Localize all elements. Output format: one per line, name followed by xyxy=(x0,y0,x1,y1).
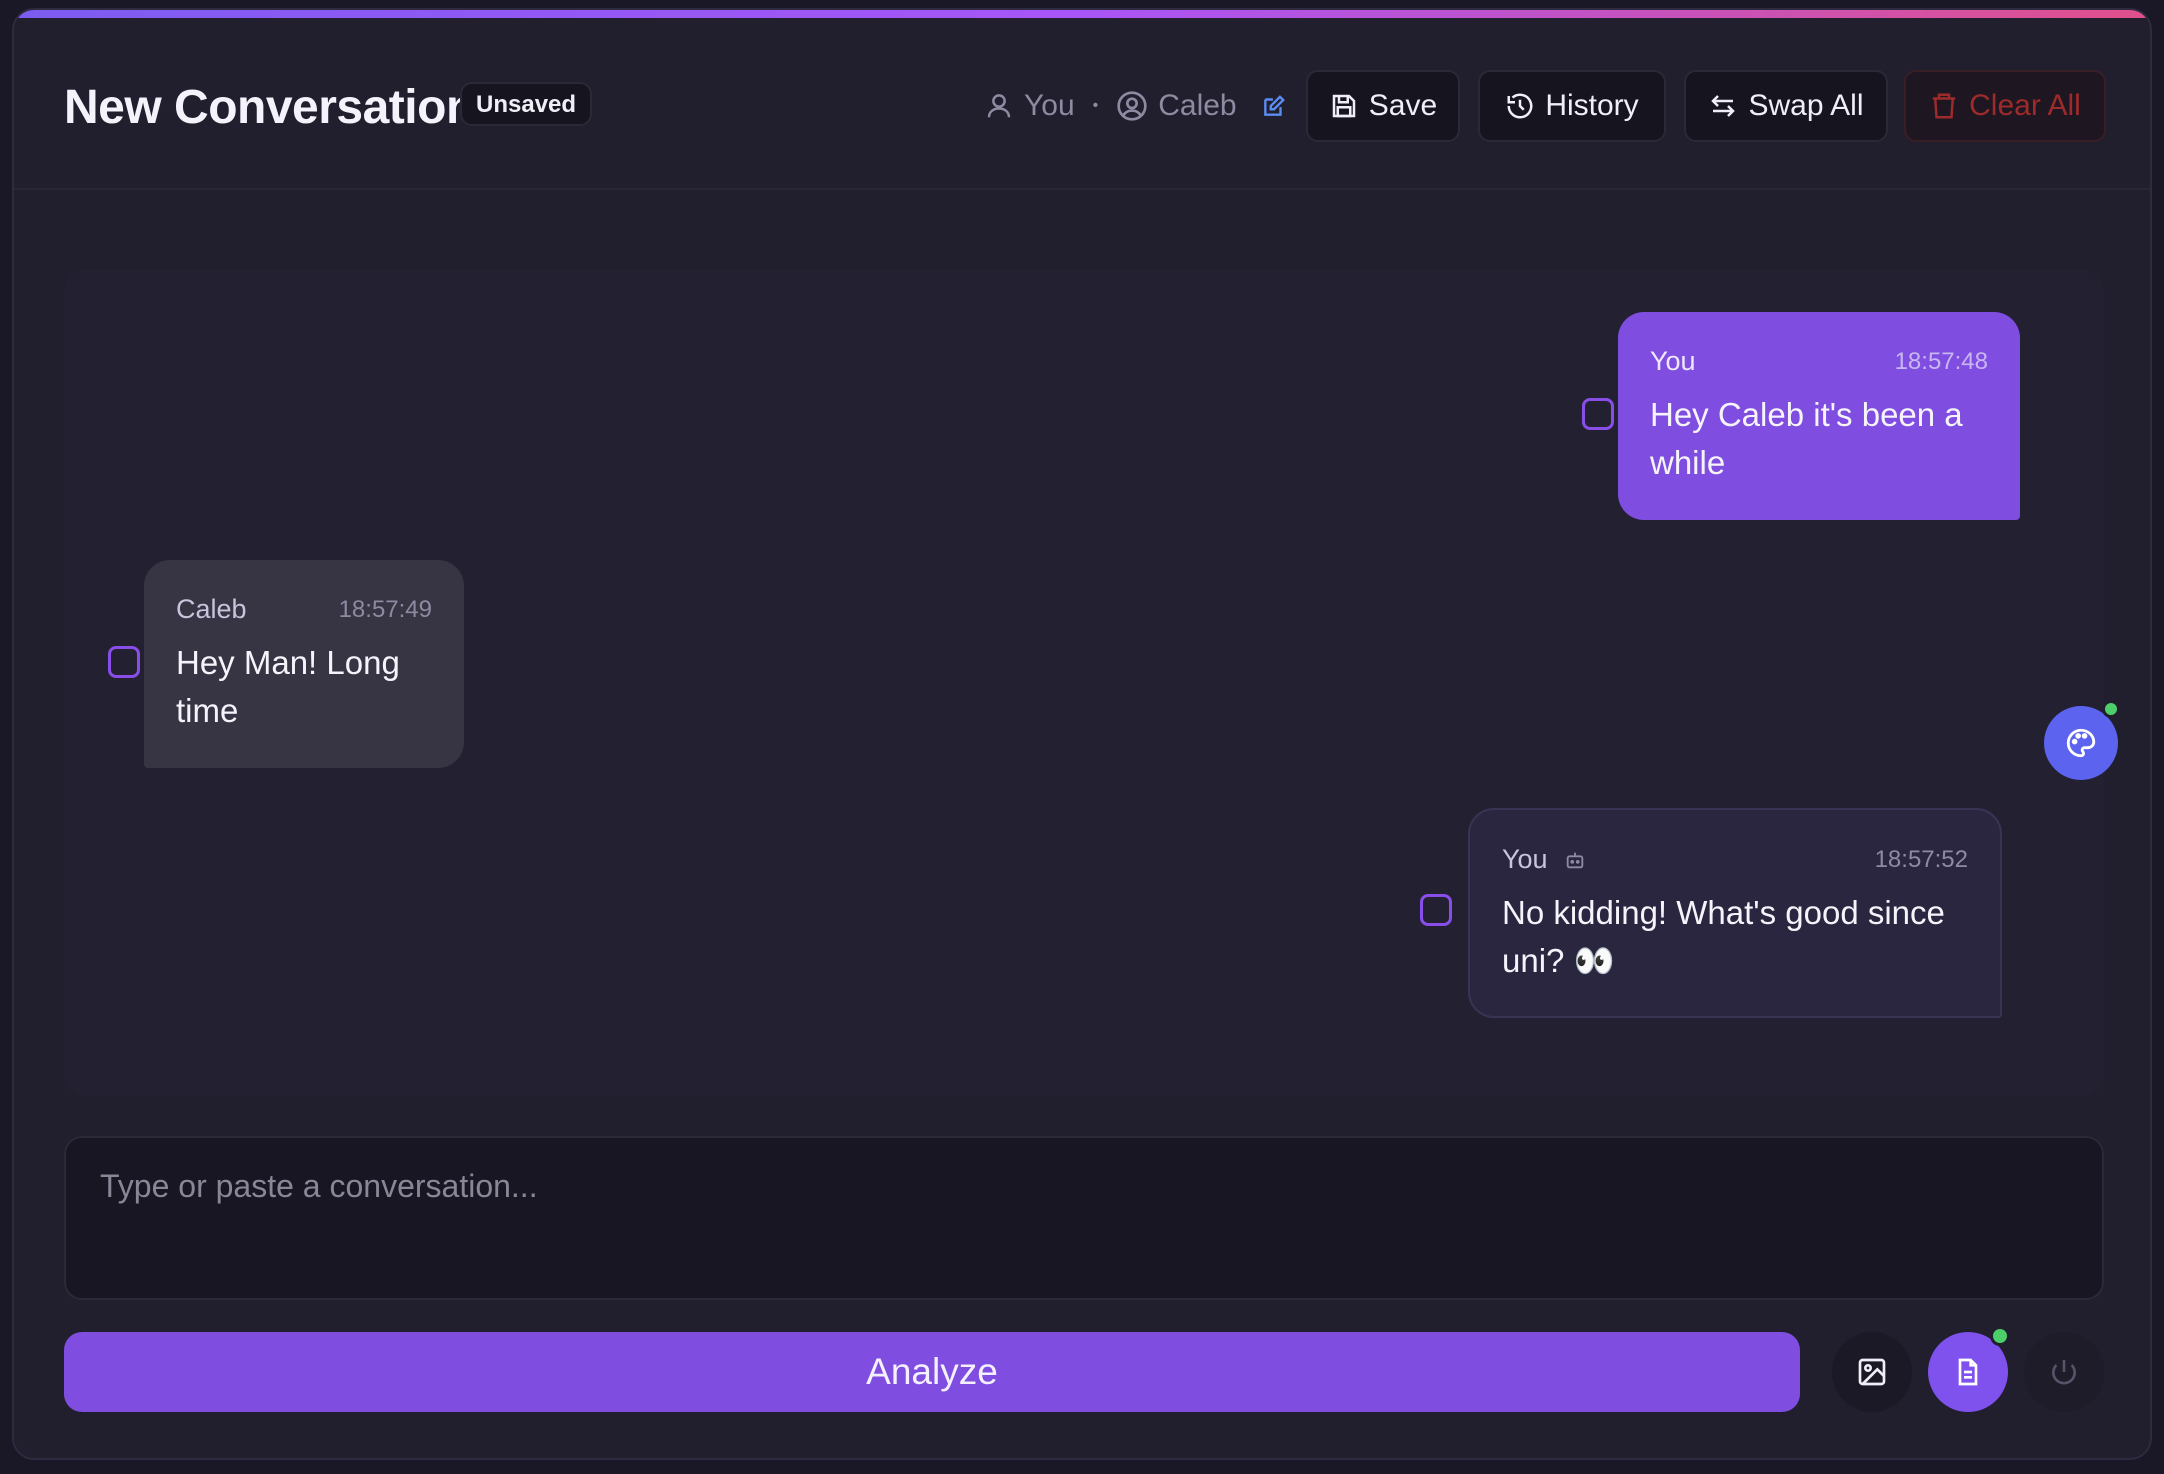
message-bubble-outgoing-generated[interactable]: You 18:57:52 No kidding! What's good sin… xyxy=(1468,808,2002,1018)
power-icon xyxy=(2052,1360,2076,1385)
image-icon xyxy=(1858,1358,1886,1386)
message-timestamp: 18:57:48 xyxy=(1894,347,1988,375)
message-select-checkbox[interactable] xyxy=(108,646,140,678)
bot-icon xyxy=(1566,852,1583,868)
clear-all-label: Clear All xyxy=(1969,89,2081,122)
save-label: Save xyxy=(1368,89,1438,122)
document-icon xyxy=(1958,1358,1978,1386)
swap-all-button[interactable]: Swap All xyxy=(1684,70,1888,142)
message-select-checkbox[interactable] xyxy=(1582,398,1614,430)
participants: You • Caleb xyxy=(984,86,1297,126)
edit-icon xyxy=(1263,95,1285,116)
upload-image-button[interactable] xyxy=(1832,1332,1912,1412)
page-title: New Conversation xyxy=(64,81,475,134)
save-button[interactable]: Save xyxy=(1306,70,1460,142)
message-meta: You 18:57:52 xyxy=(1502,844,1968,875)
history-icon xyxy=(1507,93,1533,119)
clear-all-button[interactable]: Clear All xyxy=(1904,70,2106,142)
message-text: Hey Caleb it's been a while xyxy=(1650,396,1963,481)
message-bubble-outgoing[interactable]: You 18:57:48 Hey Caleb it's been a while xyxy=(1618,312,2020,520)
participant-other-label: Caleb xyxy=(1158,89,1237,122)
status-indicator xyxy=(2102,700,2120,718)
conversation-input[interactable] xyxy=(64,1136,2104,1300)
status-badge: Unsaved xyxy=(460,82,593,126)
message-bubble-incoming[interactable]: Caleb 18:57:49 Hey Man! Long time xyxy=(144,560,464,768)
history-button[interactable]: History xyxy=(1478,70,1666,142)
user-circle-icon xyxy=(1117,91,1147,121)
history-label: History xyxy=(1545,89,1639,122)
message-text: Hey Man! Long time xyxy=(176,644,400,729)
message-meta: Caleb 18:57:49 xyxy=(176,594,432,625)
analyze-button[interactable]: Analyze xyxy=(64,1332,1800,1412)
message-sender: You xyxy=(1650,346,1696,376)
status-indicator xyxy=(1990,1326,2010,1346)
swap-all-label: Swap All xyxy=(1748,89,1864,122)
trash-icon xyxy=(1932,93,1956,119)
message-select-checkbox[interactable] xyxy=(1420,894,1452,926)
swap-icon xyxy=(1711,95,1736,117)
message-sender: Caleb xyxy=(176,594,247,624)
message-sender: You xyxy=(1502,844,1548,874)
participant-other: Caleb xyxy=(1116,89,1237,123)
app-window: New Conversation Unsaved You • Caleb Sav… xyxy=(12,8,2152,1460)
palette-icon xyxy=(2066,728,2096,758)
participant-self: You xyxy=(984,89,1075,123)
accent-bar xyxy=(14,10,2150,18)
separator-dot: • xyxy=(1092,97,1099,114)
message-text: No kidding! What's good since uni? 👀 xyxy=(1502,894,1945,979)
user-icon xyxy=(987,94,1011,118)
message-timestamp: 18:57:49 xyxy=(338,595,432,623)
edit-participants-button[interactable] xyxy=(1261,93,1297,119)
power-button[interactable] xyxy=(2024,1332,2104,1412)
message-meta: You 18:57:48 xyxy=(1650,346,1988,377)
participant-self-label: You xyxy=(1024,89,1075,122)
message-timestamp: 18:57:52 xyxy=(1874,845,1968,873)
save-icon xyxy=(1332,94,1356,118)
message-list: You 18:57:48 Hey Caleb it's been a while… xyxy=(64,270,2104,1096)
message-sender-group: You xyxy=(1502,844,1586,875)
header: New Conversation Unsaved You • Caleb Sav… xyxy=(14,18,2150,190)
